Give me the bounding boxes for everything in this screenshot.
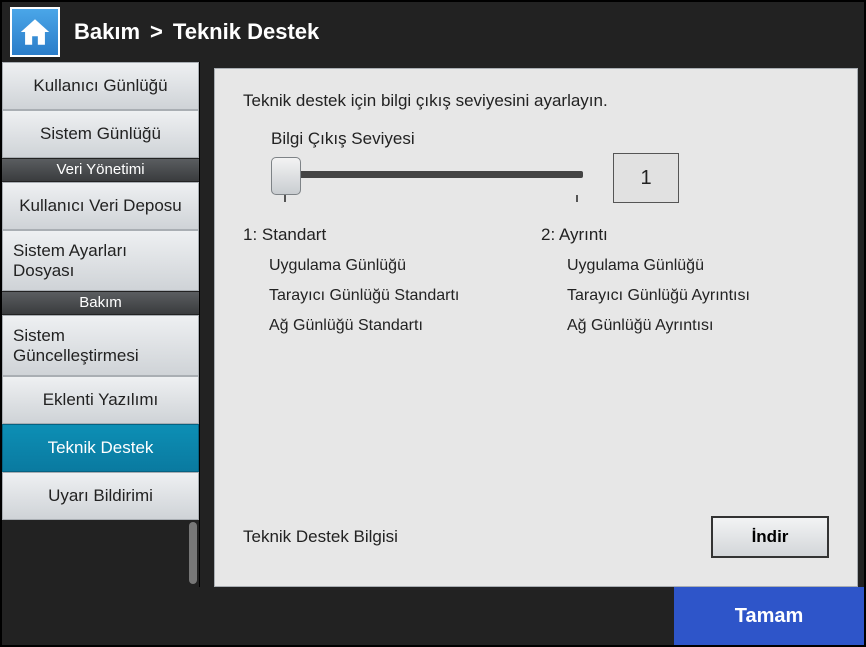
- slider-thumb[interactable]: [271, 157, 301, 195]
- slider-label: Bilgi Çıkış Seviyesi: [271, 129, 829, 149]
- sidebar-item-label: Uyarı Bildirimi: [48, 486, 153, 506]
- sidebar-item-technical-support[interactable]: Teknik Destek: [2, 424, 199, 472]
- output-level-slider[interactable]: [271, 155, 591, 201]
- level-1-list: Uygulama Günlüğü Tarayıcı Günlüğü Standa…: [243, 257, 531, 335]
- breadcrumb-separator: >: [150, 19, 163, 45]
- slider-tick-1: [284, 195, 286, 202]
- breadcrumb: Bakım > Teknik Destek: [74, 19, 319, 45]
- home-button[interactable]: [10, 7, 60, 57]
- content-panel: Teknik destek için bilgi çıkış seviyesin…: [214, 68, 858, 587]
- level-1-heading: 1: Standart: [243, 225, 531, 245]
- sidebar-item-system-settings-file[interactable]: Sistem Ayarları Dosyası: [2, 230, 199, 291]
- level-2-heading: 2: Ayrıntı: [541, 225, 829, 245]
- list-item: Uygulama Günlüğü: [567, 257, 829, 275]
- footer-bar: Tamam: [2, 587, 864, 645]
- sidebar-group-data-management: Veri Yönetimi: [2, 158, 199, 182]
- sidebar-item-alert-notification[interactable]: Uyarı Bildirimi: [2, 472, 199, 520]
- slider-tick-2: [576, 195, 578, 202]
- slider-track: [279, 171, 583, 178]
- slider-row: 1: [271, 153, 829, 203]
- slider-value: 1: [640, 167, 651, 190]
- levels-columns: 1: Standart Uygulama Günlüğü Tarayıcı Gü…: [243, 225, 829, 347]
- breadcrumb-part-1: Bakım: [74, 19, 140, 45]
- sidebar-item-label: Sistem Güncelleştirmesi: [13, 326, 188, 365]
- list-item: Ağ Günlüğü Standartı: [269, 317, 531, 335]
- sidebar-scrollbar-thumb[interactable]: [189, 522, 197, 584]
- level-2-column: 2: Ayrıntı Uygulama Günlüğü Tarayıcı Gün…: [541, 225, 829, 347]
- sidebar-item-label: Sistem Günlüğü: [40, 124, 161, 144]
- slider-value-box: 1: [613, 153, 679, 203]
- body: Kullanıcı Günlüğü Sistem Günlüğü Veri Yö…: [2, 62, 864, 587]
- download-label: Teknik Destek Bilgisi: [243, 527, 398, 547]
- sidebar: Kullanıcı Günlüğü Sistem Günlüğü Veri Yö…: [2, 62, 200, 587]
- ok-button[interactable]: Tamam: [674, 587, 864, 645]
- sidebar-group-maintenance: Bakım: [2, 291, 199, 315]
- list-item: Uygulama Günlüğü: [269, 257, 531, 275]
- sidebar-item-label: Eklenti Yazılımı: [43, 390, 159, 410]
- sidebar-item-user-data-store[interactable]: Kullanıcı Veri Deposu: [2, 182, 199, 230]
- list-item: Tarayıcı Günlüğü Ayrıntısı: [567, 287, 829, 305]
- main-area: Teknik destek için bilgi çıkış seviyesin…: [200, 62, 864, 587]
- sidebar-item-label: Sistem Ayarları Dosyası: [13, 241, 188, 280]
- level-2-list: Uygulama Günlüğü Tarayıcı Günlüğü Ayrınt…: [541, 257, 829, 335]
- download-row: Teknik Destek Bilgisi İndir: [243, 516, 829, 568]
- sidebar-item-label: Kullanıcı Veri Deposu: [19, 196, 182, 216]
- sidebar-item-system-update[interactable]: Sistem Güncelleştirmesi: [2, 315, 199, 376]
- download-button[interactable]: İndir: [711, 516, 829, 558]
- sidebar-item-user-log[interactable]: Kullanıcı Günlüğü: [2, 62, 199, 110]
- sidebar-item-system-log[interactable]: Sistem Günlüğü: [2, 110, 199, 158]
- panel-description: Teknik destek için bilgi çıkış seviyesin…: [243, 91, 829, 111]
- breadcrumb-part-2: Teknik Destek: [173, 19, 319, 45]
- sidebar-item-addon-software[interactable]: Eklenti Yazılımı: [2, 376, 199, 424]
- home-icon: [18, 15, 52, 49]
- sidebar-item-label: Kullanıcı Günlüğü: [33, 76, 167, 96]
- list-item: Tarayıcı Günlüğü Standartı: [269, 287, 531, 305]
- list-item: Ağ Günlüğü Ayrıntısı: [567, 317, 829, 335]
- titlebar: Bakım > Teknik Destek: [2, 2, 864, 62]
- level-1-column: 1: Standart Uygulama Günlüğü Tarayıcı Gü…: [243, 225, 531, 347]
- app-window: Bakım > Teknik Destek Kullanıcı Günlüğü …: [0, 0, 866, 647]
- sidebar-item-label: Teknik Destek: [48, 438, 154, 458]
